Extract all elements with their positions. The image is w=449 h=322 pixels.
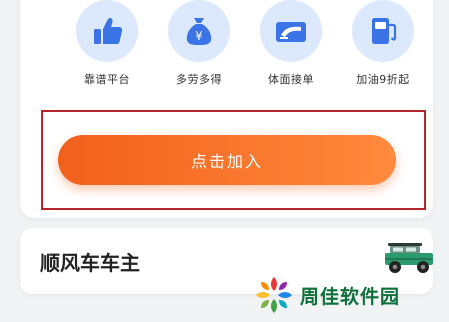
watermark: 周佳软件园 [252,270,400,320]
thumbs-up-icon [76,0,138,62]
svg-text:¥: ¥ [195,29,203,43]
benefit-label: 靠谱平台 [84,73,130,86]
money-bag-icon: ¥ [168,0,230,62]
benefit-fuel-discount[interactable]: 加油9折起 [338,0,428,90]
section-title: 顺风车车主 [40,251,140,275]
benefit-decent-orders[interactable]: 体面接单 [246,0,336,90]
car-window-icon [260,0,322,62]
benefit-label: 体面接单 [268,73,314,86]
benefit-more-work-more-pay[interactable]: ¥ 多劳多得 [154,0,244,90]
benefit-reliable-platform[interactable]: 靠谱平台 [62,0,152,90]
benefit-label: 多劳多得 [176,73,222,86]
watermark-logo-icon [256,277,292,313]
benefits-row: 靠谱平台 ¥ 多劳多得 体面接单 加油9折起 [20,0,433,90]
join-button[interactable]: 点击加入 [58,135,396,185]
benefit-label: 加油9折起 [356,73,410,86]
watermark-text: 周佳软件园 [300,285,401,308]
fuel-pump-icon [352,0,414,62]
